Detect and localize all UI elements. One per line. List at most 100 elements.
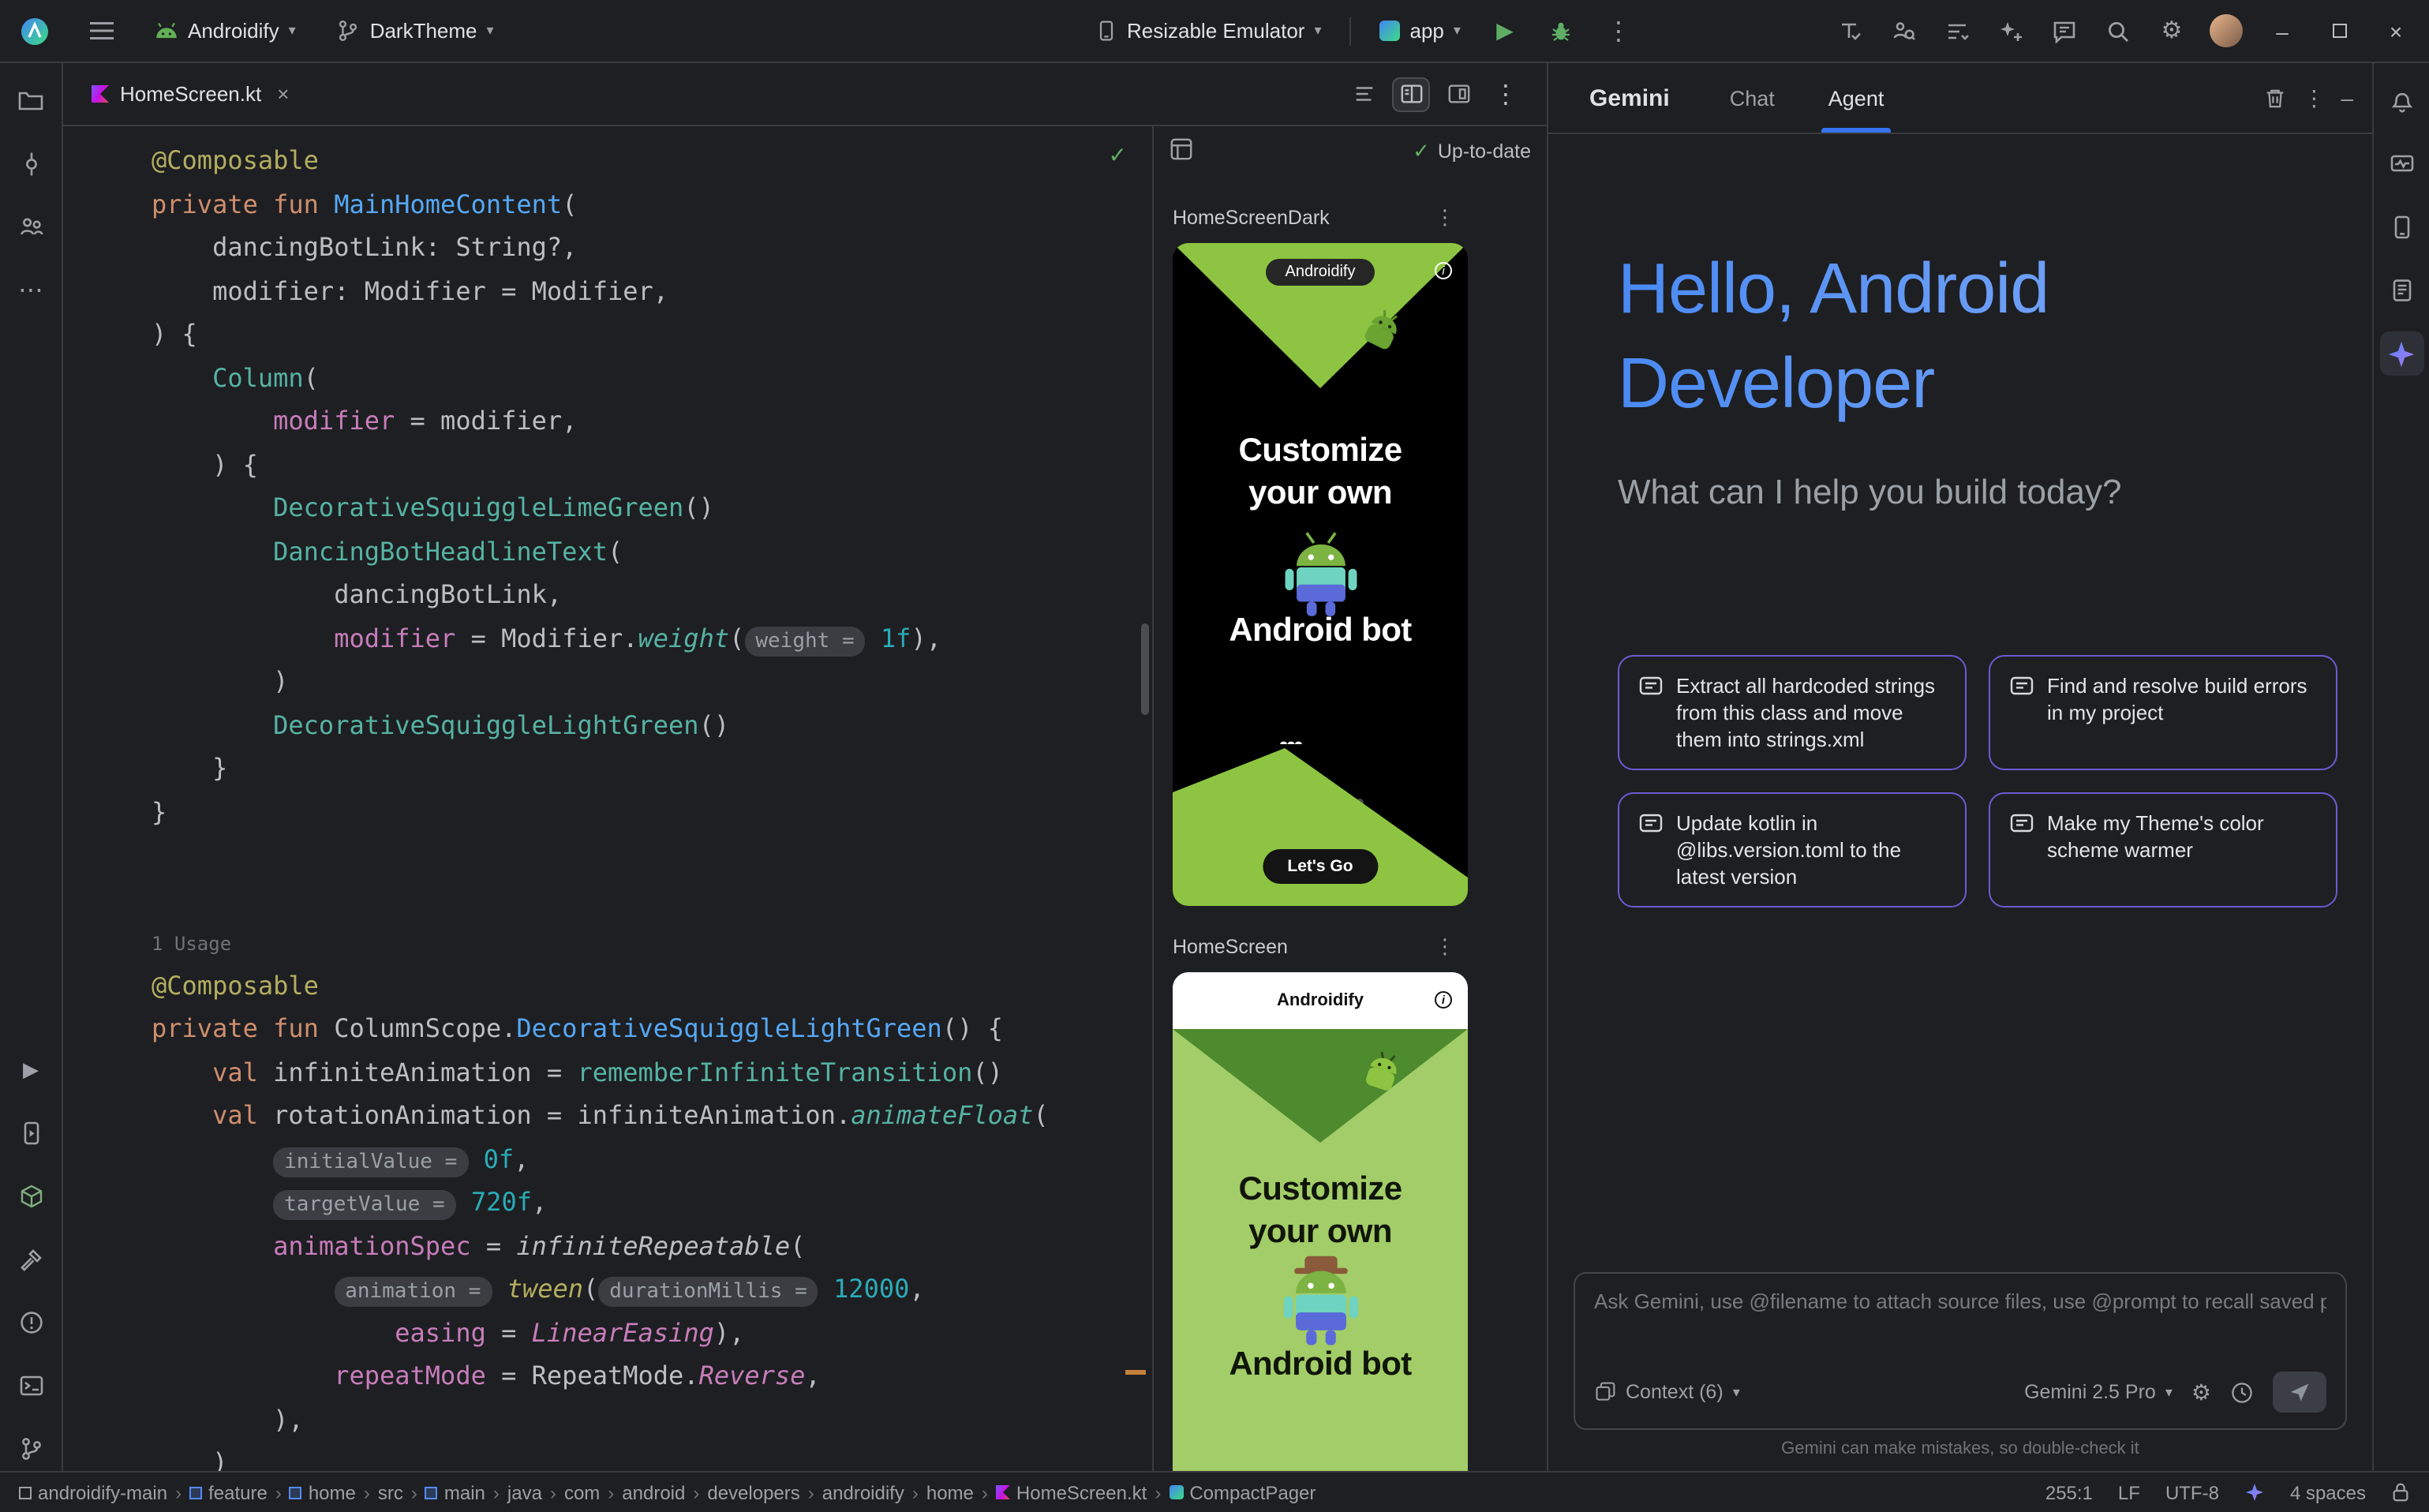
- terminal-tool-button[interactable]: [9, 1364, 53, 1408]
- code-line[interactable]: repeatMode = RepeatMode.Reverse,: [152, 1354, 1152, 1398]
- project-selector[interactable]: Androidify ▾: [145, 13, 305, 49]
- code-line[interactable]: @Composable: [152, 139, 1152, 182]
- packages-tool-button[interactable]: [9, 1174, 53, 1218]
- code-line[interactable]: }: [152, 747, 1152, 790]
- breadcrumb-item[interactable]: feature: [189, 1481, 268, 1503]
- code-editor[interactable]: @Composableprivate fun MainHomeContent( …: [63, 126, 1152, 1471]
- tab-agent[interactable]: Agent: [1822, 63, 1891, 133]
- debug-button[interactable]: [1540, 9, 1584, 53]
- breadcrumb-item[interactable]: home: [926, 1481, 974, 1503]
- code-line[interactable]: DecorativeSquiggleLimeGreen(): [152, 486, 1152, 530]
- code-line[interactable]: ) {: [152, 443, 1152, 486]
- tab-options-button[interactable]: ⋮: [1487, 77, 1525, 111]
- trash-icon[interactable]: [2263, 86, 2287, 110]
- gemini-prompt-input[interactable]: [1594, 1289, 2326, 1313]
- code-line[interactable]: dancingBotLink,: [152, 573, 1152, 616]
- inspections-ok-icon[interactable]: ✓: [1109, 142, 1127, 169]
- code-line[interactable]: modifier = Modifier.weight(weight = 1f),: [152, 616, 1152, 660]
- task-list-button[interactable]: [1935, 9, 1979, 53]
- device-manager-button[interactable]: [2379, 205, 2423, 249]
- tab-close-icon[interactable]: ×: [277, 82, 289, 106]
- maximize-button[interactable]: [2315, 9, 2363, 53]
- design-view-button[interactable]: [1439, 77, 1477, 111]
- code-line[interactable]: ): [152, 660, 1152, 703]
- project-tool-button[interactable]: [9, 79, 53, 123]
- send-button[interactable]: [2273, 1372, 2326, 1413]
- breadcrumb-item[interactable]: src: [378, 1481, 403, 1503]
- model-selector[interactable]: Gemini 2.5 Pro ▾: [2024, 1381, 2173, 1403]
- commit-tool-button[interactable]: [9, 142, 53, 186]
- preview-menu-button[interactable]: ⋮: [1435, 934, 1455, 960]
- code-line[interactable]: modifier: Modifier = Modifier,: [152, 269, 1152, 313]
- logcat-tool-button[interactable]: [2379, 268, 2423, 313]
- ui-check-button[interactable]: [1828, 9, 1872, 53]
- device-selector[interactable]: Resizable Emulator ▾: [1086, 13, 1331, 49]
- preview-layout-button[interactable]: [1170, 137, 1193, 166]
- line-ending-widget[interactable]: LF: [2118, 1481, 2140, 1503]
- gemini-tool-button[interactable]: [2379, 331, 2423, 376]
- tab-chat[interactable]: Chat: [1724, 63, 1781, 133]
- caret-position-widget[interactable]: 255:1: [2045, 1481, 2093, 1503]
- close-button[interactable]: ×: [2372, 9, 2420, 53]
- readonly-toggle[interactable]: [2391, 1482, 2410, 1503]
- breadcrumb-item[interactable]: androidify: [822, 1481, 904, 1503]
- code-line[interactable]: modifier = modifier,: [152, 399, 1152, 443]
- breadcrumb-item[interactable]: HomeScreen.kt: [996, 1481, 1147, 1503]
- code-line[interactable]: targetValue = 720f,: [152, 1181, 1152, 1224]
- ai-chat-button[interactable]: [2042, 9, 2087, 53]
- code-line[interactable]: initialValue = 0f,: [152, 1137, 1152, 1181]
- suggestion-card[interactable]: Make my Theme's color scheme warmer: [1989, 792, 2337, 908]
- preview-menu-button[interactable]: ⋮: [1435, 205, 1455, 230]
- version-control-tool-button[interactable]: [9, 1427, 53, 1471]
- run-tool-button[interactable]: ▶: [9, 1048, 53, 1092]
- code-line[interactable]: animationSpec = infiniteRepeatable(: [152, 1224, 1152, 1267]
- code-line[interactable]: ) {: [152, 313, 1152, 356]
- profiler-tool-button[interactable]: [2379, 142, 2423, 186]
- split-view-button[interactable]: [1392, 77, 1430, 111]
- code-line[interactable]: }: [152, 790, 1152, 833]
- code-line[interactable]: 1 Usage: [152, 920, 1152, 964]
- code-line[interactable]: Column(: [152, 356, 1152, 399]
- code-line[interactable]: private fun MainHomeContent(: [152, 182, 1152, 226]
- gemini-status-widget[interactable]: [2244, 1482, 2265, 1503]
- code-line[interactable]: val rotationAnimation = infiniteAnimatio…: [152, 1094, 1152, 1137]
- breadcrumb-item[interactable]: com: [564, 1481, 600, 1503]
- breadcrumb-item[interactable]: java: [507, 1481, 542, 1503]
- encoding-widget[interactable]: UTF-8: [2165, 1481, 2219, 1503]
- indent-widget[interactable]: 4 spaces: [2290, 1481, 2366, 1503]
- code-line[interactable]: [152, 877, 1152, 920]
- running-devices-tool-button[interactable]: [9, 1111, 53, 1155]
- suggestion-card[interactable]: Find and resolve build errors in my proj…: [1989, 655, 2337, 770]
- code-line[interactable]: DancingBotHeadlineText(: [152, 530, 1152, 573]
- problems-tool-button[interactable]: [9, 1301, 53, 1345]
- code-line[interactable]: val infiniteAnimation = rememberInfinite…: [152, 1050, 1152, 1094]
- suggestion-card[interactable]: Update kotlin in @libs.version.toml to t…: [1618, 792, 1967, 908]
- code-line[interactable]: ),: [152, 1398, 1152, 1441]
- history-clock-icon[interactable]: [2230, 1380, 2254, 1404]
- run-configuration-selector[interactable]: app ▾: [1371, 13, 1470, 49]
- code-view-button[interactable]: [1345, 77, 1383, 111]
- more-tool-windows-button[interactable]: ⋯: [9, 268, 53, 313]
- pull-requests-tool-button[interactable]: [9, 205, 53, 249]
- preview-scroll-area[interactable]: HomeScreenDark ⋮ Androidify i: [1154, 177, 1547, 1471]
- gemini-settings-button[interactable]: ⚙: [2191, 1379, 2211, 1405]
- suggestion-card[interactable]: Extract all hardcoded strings from this …: [1618, 655, 1967, 770]
- code-line[interactable]: DecorativeSquiggleLightGreen(): [152, 703, 1152, 747]
- code-line[interactable]: @Composable: [152, 964, 1152, 1007]
- build-tool-button[interactable]: [9, 1237, 53, 1282]
- breadcrumb-item[interactable]: CompactPager: [1169, 1481, 1316, 1503]
- profiler-button[interactable]: [1881, 9, 1926, 53]
- main-menu-button[interactable]: [79, 9, 123, 53]
- more-run-options-button[interactable]: ⋮: [1596, 9, 1641, 53]
- breadcrumb-item[interactable]: android: [622, 1481, 685, 1503]
- code-line[interactable]: private fun ColumnScope.DecorativeSquigg…: [152, 1007, 1152, 1050]
- breadcrumb-item[interactable]: main: [425, 1481, 485, 1503]
- run-button[interactable]: ▶: [1483, 9, 1527, 53]
- code-line[interactable]: dancingBotLink: String?,: [152, 226, 1152, 269]
- settings-button[interactable]: ⚙: [2150, 9, 2194, 53]
- vcs-branch-selector[interactable]: DarkTheme ▾: [327, 13, 503, 49]
- context-selector[interactable]: Context (6) ▾: [1594, 1381, 1740, 1403]
- breadcrumb-item[interactable]: home: [290, 1481, 356, 1503]
- ai-features-button[interactable]: [1989, 9, 2033, 53]
- preview-homescreendark[interactable]: Androidify i Customize your own Android …: [1173, 243, 1468, 906]
